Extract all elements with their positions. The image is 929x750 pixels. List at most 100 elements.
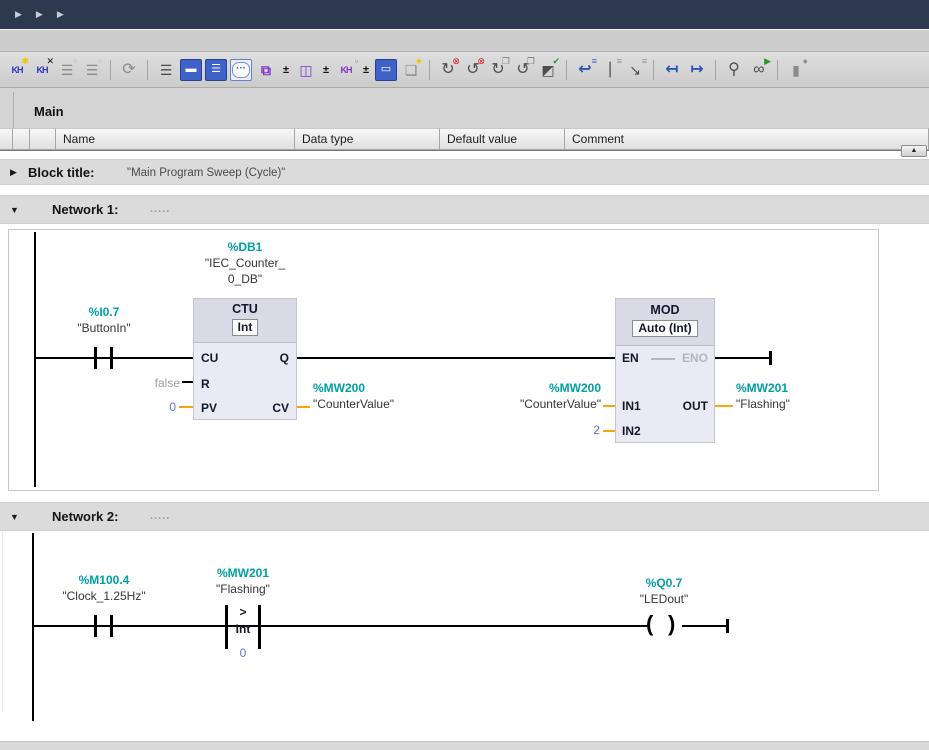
compare-symbol[interactable]: "Flashing" (193, 582, 293, 597)
network-1-comment[interactable]: ..... (150, 203, 170, 215)
collapse-arrow-icon[interactable]: ▼ (10, 205, 19, 215)
toolbar-separator (429, 60, 430, 80)
insert-row-after-icon[interactable]: ☰ ✧ (81, 59, 103, 81)
previous-usage-icon[interactable]: ↤ (661, 59, 683, 81)
discard-changes-icon[interactable]: ↻ ⊗ (437, 59, 459, 81)
collapse-networks-icon[interactable]: ▬ (180, 59, 202, 81)
cv-operand-symbol[interactable]: "CounterValue" (313, 397, 463, 412)
know-how-protection-icon[interactable]: ▮ ● (785, 59, 807, 81)
r-wire (182, 381, 193, 383)
delete-network-icon[interactable]: KH ✕ (31, 59, 53, 81)
operand-usage-icon[interactable]: ∣ ≡ (599, 59, 621, 81)
insert-contact-icon[interactable]: KH ▫ (335, 59, 357, 81)
ctu-type[interactable]: Int (232, 319, 259, 336)
en-eno-dash (651, 358, 675, 360)
goto-network-icon[interactable]: ↩ ≡ (574, 59, 596, 81)
mod-type[interactable]: Auto (Int) (632, 320, 697, 337)
mod-pin-en: EN (622, 351, 639, 365)
compare-address[interactable]: %MW201 (193, 566, 293, 581)
column-header[interactable]: Name (56, 128, 295, 150)
db-name-line2[interactable]: 0_DB" (178, 272, 312, 287)
insert-empty-box-dropdown[interactable]: ± (280, 59, 292, 81)
insert-coil-icon[interactable]: ◫ (295, 59, 317, 81)
power-rail (32, 533, 34, 721)
mod-out-address[interactable]: %MW201 (736, 381, 876, 396)
column-header[interactable] (13, 128, 30, 150)
ctu-r-value[interactable]: false (120, 376, 180, 391)
power-rail (34, 232, 36, 487)
contact-address[interactable]: %M100.4 (52, 573, 156, 588)
mod-out-symbol[interactable]: "Flashing" (736, 397, 876, 412)
mod-in1-address[interactable]: %MW200 (455, 381, 601, 396)
mod-in2-value[interactable]: 2 (566, 423, 600, 438)
collapse-arrow-icon[interactable]: ▼ (10, 512, 19, 522)
network-1-canvas[interactable]: %I0.7 "ButtonIn" %DB1 "IEC_Counter_ 0_DB… (0, 224, 929, 502)
contact-address[interactable]: %I0.7 (57, 305, 151, 320)
insert-contact-dropdown[interactable]: ± (360, 59, 372, 81)
contact-symbol[interactable]: "Clock_1.25Hz" (52, 589, 156, 604)
collapse-arrow-icon[interactable]: ▶ (10, 167, 17, 178)
contact-bar[interactable] (110, 347, 113, 369)
create-snapshot-icon[interactable]: ↻ ❐ (487, 59, 509, 81)
network-2-canvas[interactable]: %M100.4 "Clock_1.25Hz" %MW201 "Flashing"… (0, 531, 929, 741)
rung-end-tick (769, 351, 772, 365)
contact-symbol[interactable]: "ButtonIn" (57, 321, 151, 336)
insert-row-icon[interactable]: ☰ ✧ (56, 59, 78, 81)
gutter-divider (13, 92, 14, 128)
contact-bar[interactable] (94, 615, 97, 637)
cv-operand-address[interactable]: %MW200 (313, 381, 463, 396)
network-2-comment[interactable]: ..... (150, 510, 170, 522)
mod-block[interactable]: MOD Auto (Int) EN ENO IN1 IN2 OUT (615, 298, 715, 443)
insert-network-icon[interactable]: KH ✱ (6, 59, 28, 81)
coil-symbol[interactable]: "LEDout" (614, 592, 714, 607)
toolbar-separator (110, 60, 111, 80)
ctu-pv-value[interactable]: 0 (140, 400, 176, 415)
compare-operator[interactable]: > (228, 605, 258, 620)
find-operand-icon[interactable]: ⚲ (723, 59, 745, 81)
contact-bar[interactable] (110, 615, 113, 637)
ctu-pin-r: R (201, 377, 210, 391)
db-name-line1[interactable]: "IEC_Counter_ (178, 256, 312, 271)
operand-representation-icon[interactable]: ☰ (155, 59, 177, 81)
insert-empty-box-icon[interactable]: ⧉ (255, 59, 277, 81)
insert-coil-dropdown[interactable]: ± (320, 59, 332, 81)
monitoring-toggle-icon[interactable]: ∞ ▶ (748, 59, 770, 81)
favorites-icon[interactable]: ❏ ★ (400, 59, 422, 81)
contact-bar[interactable] (94, 347, 97, 369)
column-header[interactable] (0, 128, 13, 150)
column-header[interactable]: Data type (295, 128, 440, 150)
rung-wire (34, 357, 193, 359)
goto-usage-icon[interactable]: ↘ ≡ (624, 59, 646, 81)
expand-networks-icon[interactable]: ☰ (205, 59, 227, 81)
network-1-bounds (8, 229, 879, 491)
coil-open-paren[interactable]: ( (646, 613, 653, 635)
network-2-header[interactable]: ▼ Network 2: ..... (0, 502, 929, 531)
mod-pin-out: OUT (683, 399, 708, 413)
discard-all-changes-icon[interactable]: ↺ ⊗ (462, 59, 484, 81)
network-1-header[interactable]: ▼ Network 1: ..... (0, 195, 929, 224)
ctu-pin-cu: CU (201, 351, 218, 365)
apply-snapshot-icon[interactable]: ↺ ❐ (512, 59, 534, 81)
reset-start-values-icon[interactable]: ⟳ (118, 59, 140, 81)
ctu-block[interactable]: CTU Int CU Q R PV CV (193, 298, 297, 420)
compare-bar[interactable] (258, 605, 261, 649)
compare-type[interactable]: Int (228, 622, 258, 637)
network-comments-toggle-icon[interactable]: ··· (230, 59, 252, 81)
column-header[interactable]: Default value (440, 128, 565, 150)
block-title-value[interactable]: "Main Program Sweep (Cycle)" (127, 167, 285, 179)
next-usage-icon[interactable]: ↦ (686, 59, 708, 81)
open-branch-icon[interactable]: ▭ (375, 59, 397, 81)
network-2-bounds (2, 531, 3, 713)
breadcrumb: ▶▶▶ (0, 0, 929, 29)
column-header[interactable] (30, 128, 56, 150)
mod-in1-symbol[interactable]: "CounterValue" (455, 397, 601, 412)
column-header[interactable]: Comment (565, 128, 929, 150)
coil-close-paren[interactable]: ) (668, 613, 675, 635)
table-code-divider (0, 150, 929, 151)
compare-value[interactable]: 0 (228, 646, 258, 661)
scroll-up-button[interactable]: ▲ (901, 145, 927, 157)
block-title-row[interactable]: ▶ Block title: "Main Program Sweep (Cycl… (0, 159, 929, 185)
update-block-call-icon[interactable]: ◩ ✔ (537, 59, 559, 81)
db-address[interactable]: %DB1 (193, 240, 297, 255)
coil-address[interactable]: %Q0.7 (614, 576, 714, 591)
